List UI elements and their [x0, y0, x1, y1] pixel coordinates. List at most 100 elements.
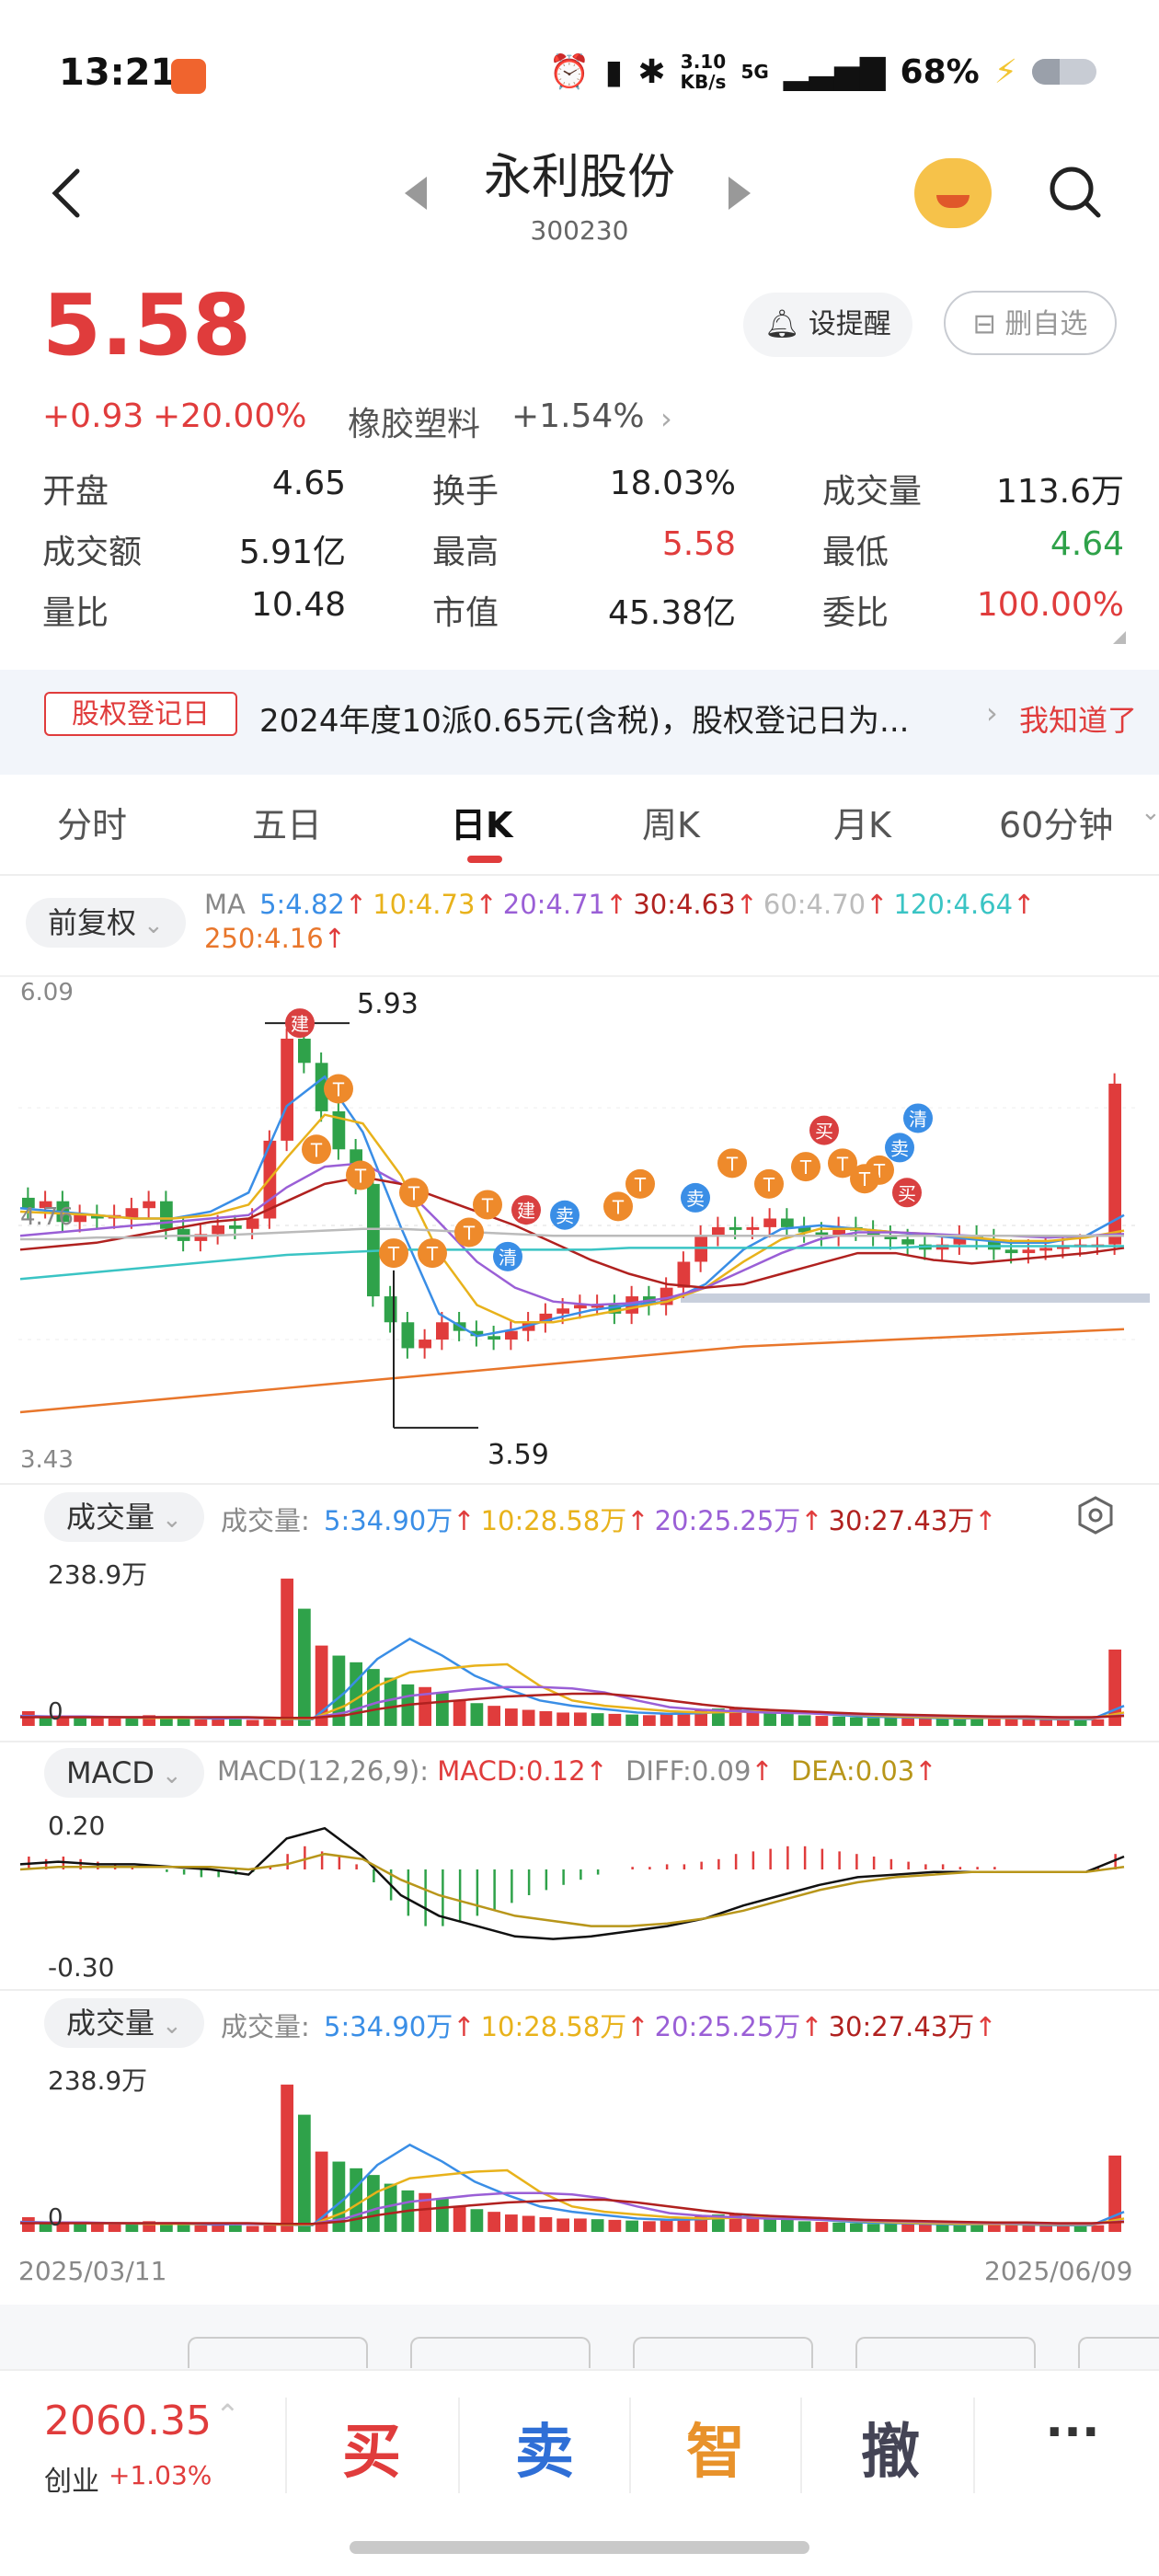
volume-y-bottom: 0 — [48, 1698, 63, 1726]
set-alert-button[interactable]: 🔔︎ 设提醒 — [743, 293, 912, 357]
volume2-chart[interactable] — [0, 2052, 1159, 2241]
adjust-selector[interactable]: 前复权 ⌄ — [26, 898, 186, 948]
search-icon[interactable] — [1047, 164, 1102, 219]
tool-button-3[interactable] — [633, 2337, 813, 2368]
volume-bar — [935, 1718, 949, 1726]
volume-chart[interactable] — [0, 1546, 1159, 1735]
candle — [367, 1183, 380, 1297]
tool-button-4[interactable] — [855, 2337, 1036, 2368]
candle — [1022, 1249, 1036, 1254]
trade-marker-label: T — [387, 1243, 400, 1265]
volume-bar — [935, 2224, 949, 2232]
volume-bar — [281, 2084, 293, 2232]
app-notification-icon — [171, 59, 206, 94]
more-button[interactable]: ··· — [1017, 2405, 1128, 2460]
kline-chart[interactable]: 建TTTTTT TT清建卖 TT卖TTT T T买T卖买清 — [0, 977, 1159, 1474]
ma-legend[interactable]: MA 5:4.82↑ 10:4.73↑ 20:4.71↑ 30:4.63↑ 60:4.7… — [204, 889, 1035, 920]
settings-icon[interactable] — [1074, 1494, 1117, 1536]
ma-legend-row2[interactable]: 250:4.16↑ — [204, 923, 346, 954]
trade-marker-label: T — [858, 1168, 871, 1190]
chevron-up-icon[interactable]: ⌃ — [215, 2398, 240, 2432]
volume-bar — [488, 2212, 500, 2232]
stat-label: 量比 — [42, 594, 109, 632]
remove-watchlist-button[interactable]: ⊟ 删自选 — [944, 291, 1117, 355]
ma-title: MA — [204, 889, 246, 920]
sell-button[interactable]: 卖 — [489, 2405, 600, 2490]
battery-percent: 68% — [900, 52, 980, 91]
chevron-down-icon[interactable]: ⌄ — [1141, 799, 1159, 826]
tab-2[interactable]: 日K — [451, 797, 512, 847]
volume-bar — [539, 2216, 553, 2232]
expand-corner-icon[interactable] — [1113, 631, 1126, 644]
tab-3[interactable]: 周K — [642, 797, 700, 847]
smart-button[interactable]: 智 — [660, 2405, 771, 2490]
volume-selector[interactable]: 成交量 ⌄ — [44, 1492, 204, 1542]
mascot-icon[interactable] — [914, 158, 992, 228]
tab-1[interactable]: 五日 — [252, 797, 322, 847]
diff-value: DIFF:0.09 — [625, 1755, 752, 1787]
candle — [712, 1226, 725, 1236]
chevron-down-icon: ⌄ — [162, 2012, 182, 2040]
volume-divider — [0, 1483, 1159, 1485]
volume-legend: 成交量: 5:34.90万↑ 10:28.58万↑ 20:25.25万↑ 30:27.… — [221, 1500, 997, 1538]
macd-chart[interactable] — [0, 1803, 1159, 1987]
notice-tag: 股权登记日 — [44, 692, 237, 736]
volume-bar — [557, 2218, 569, 2232]
date-start: 2025/03/11 — [18, 2256, 167, 2286]
volume-bar — [850, 1717, 863, 1726]
vol-ma5-line — [19, 2143, 1125, 2226]
tool-button-5[interactable] — [1078, 2337, 1159, 2368]
volume-bar — [832, 2222, 845, 2232]
volume-bar — [798, 1715, 811, 1726]
set-alert-label: 设提醒 — [808, 308, 891, 340]
macd-selector[interactable]: MACD ⌄ — [44, 1748, 204, 1798]
volume-ma-item: 30:27.43万 — [828, 2011, 975, 2042]
index-value[interactable]: 2060.35 — [44, 2398, 212, 2444]
minus-box-icon: ⊟ — [972, 308, 996, 340]
up-arrow-icon: ↑ — [475, 889, 498, 920]
stat-label: 最高 — [432, 534, 499, 571]
tab-4[interactable]: 月K — [833, 797, 891, 847]
tool-button-1[interactable] — [188, 2337, 368, 2368]
stat-label: 最低 — [822, 534, 889, 571]
volume-bar — [298, 2114, 311, 2232]
buy-button[interactable]: 买 — [316, 2405, 427, 2490]
trade-marker-label: T — [612, 1196, 625, 1218]
volume-bar — [763, 1712, 776, 1726]
trade-marker-label: T — [836, 1153, 849, 1175]
tab-5[interactable]: 60分钟 — [999, 797, 1113, 847]
trade-marker-label: 清 — [909, 1108, 927, 1130]
volume-bar — [901, 2224, 914, 2232]
trade-marker-label: T — [426, 1243, 439, 1265]
volume-bar — [367, 1669, 380, 1726]
volume2-selector[interactable]: 成交量 ⌄ — [44, 1998, 204, 2048]
volume-title: 成交量: — [221, 1505, 310, 1536]
next-stock-icon[interactable] — [729, 177, 751, 210]
index-name[interactable]: 创业 — [44, 2458, 99, 2499]
notice-text[interactable]: 2024年度10派0.65元(含税)，股权登记日为... — [259, 696, 909, 741]
volume-bar — [660, 1713, 673, 1726]
candle — [401, 1322, 415, 1349]
chevron-right-icon[interactable]: › — [660, 401, 672, 436]
cancel-order-button[interactable]: 撤 — [835, 2405, 946, 2490]
sector-name[interactable]: 橡胶塑料 — [348, 397, 480, 445]
sector-change[interactable]: +1.54% — [511, 397, 645, 435]
tool-button-2[interactable] — [410, 2337, 591, 2368]
chevron-right-icon[interactable]: › — [986, 696, 998, 730]
volume-bar — [436, 1692, 449, 1726]
dea-value: DEA:0.03 — [790, 1755, 915, 1787]
volume-bar — [91, 2223, 104, 2232]
volume-bar — [1039, 1719, 1052, 1726]
volume-bar — [574, 2218, 587, 2232]
macd-y-top: 0.20 — [48, 1811, 106, 1841]
up-arrow-icon: ↑ — [626, 2011, 649, 2042]
tab-0[interactable]: 分时 — [57, 797, 127, 847]
stat-value: 5.58 — [661, 525, 736, 563]
volume2-selector-label: 成交量 — [66, 2006, 155, 2041]
ma250-line — [19, 1328, 1125, 1414]
index-change[interactable]: +1.03% — [109, 2460, 212, 2490]
volume-bar — [901, 1718, 914, 1726]
volume-bar — [74, 1718, 86, 1726]
trade-marker-label: T — [354, 1165, 367, 1187]
dismiss-notice-button[interactable]: 我知道了 — [1019, 697, 1137, 740]
